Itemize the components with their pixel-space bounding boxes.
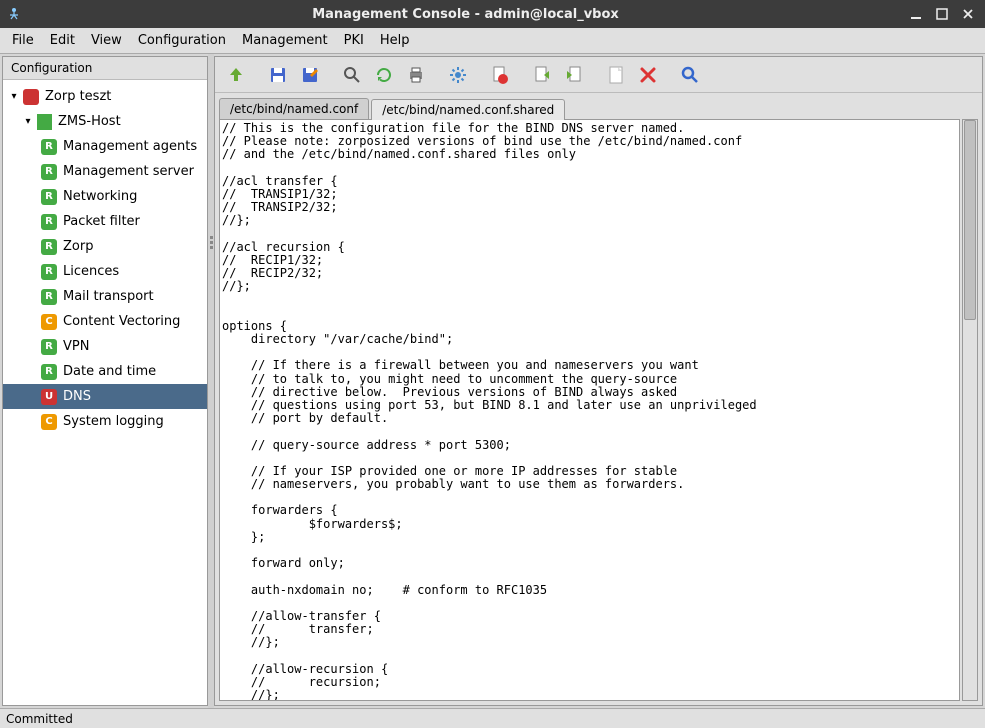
scrollbar-thumb[interactable] — [964, 120, 976, 320]
tree-item-packet-filter[interactable]: R Packet filter — [3, 209, 207, 234]
save-as-icon[interactable] — [295, 60, 325, 90]
item-badge-icon: R — [41, 289, 57, 305]
vertical-scrollbar[interactable] — [962, 119, 978, 701]
menu-view[interactable]: View — [83, 29, 130, 52]
item-badge-icon: R — [41, 214, 57, 230]
status-badge-red — [23, 89, 39, 105]
tree-item-label: VPN — [63, 339, 89, 354]
tree-item-licences[interactable]: R Licences — [3, 259, 207, 284]
doc-red-icon[interactable] — [485, 60, 515, 90]
tree-item-zorp[interactable]: R Zorp — [3, 234, 207, 259]
window-title: Management Console - admin@local_vbox — [30, 7, 901, 22]
menu-file[interactable]: File — [4, 29, 42, 52]
tree-root-label: Zorp teszt — [45, 89, 111, 104]
up-icon[interactable] — [221, 60, 251, 90]
tab-row: /etc/bind/named.conf/etc/bind/named.conf… — [215, 93, 982, 119]
tree-item-content-vectoring[interactable]: C Content Vectoring — [3, 309, 207, 334]
menu-edit[interactable]: Edit — [42, 29, 83, 52]
reload-icon[interactable] — [369, 60, 399, 90]
delete-icon[interactable] — [633, 60, 663, 90]
item-badge-icon: U — [41, 389, 57, 405]
tree-item-dns[interactable]: U DNS — [3, 384, 207, 409]
doc-out-icon[interactable] — [527, 60, 557, 90]
sidebar-header: Configuration — [3, 57, 207, 80]
item-badge-icon: R — [41, 189, 57, 205]
tree-item-label: Zorp — [63, 239, 93, 254]
zoom-icon[interactable] — [337, 60, 367, 90]
tree-item-label: Networking — [63, 189, 137, 204]
status-text: Committed — [6, 712, 73, 726]
tree-item-label: Content Vectoring — [63, 314, 180, 329]
tree-item-management-agents[interactable]: R Management agents — [3, 134, 207, 159]
tree-item-mail-transport[interactable]: R Mail transport — [3, 284, 207, 309]
tree-item-label: DNS — [63, 389, 91, 404]
tree-item-label: Licences — [63, 264, 119, 279]
tree-host-label: ZMS-Host — [58, 114, 121, 129]
menu-management[interactable]: Management — [234, 29, 336, 52]
item-badge-icon: R — [41, 264, 57, 280]
tab-0[interactable]: /etc/bind/named.conf — [219, 98, 369, 119]
sidebar: Configuration ▾ Zorp teszt ▾ ZMS-Host RM… — [2, 56, 208, 706]
tree-item-label: Management agents — [63, 139, 197, 154]
config-tree: ▾ Zorp teszt ▾ ZMS-Host R Management agen… — [3, 80, 207, 705]
tree-root[interactable]: ▾ Zorp teszt — [3, 84, 207, 109]
doc-in-icon[interactable] — [559, 60, 589, 90]
item-badge-icon: R — [41, 364, 57, 380]
item-badge-icon: C — [41, 314, 57, 330]
tree-item-management-server[interactable]: R Management server — [3, 159, 207, 184]
minimize-button[interactable] — [905, 3, 927, 25]
tree-item-date-and-time[interactable]: R Date and time — [3, 359, 207, 384]
print-icon[interactable] — [401, 60, 431, 90]
save-icon[interactable] — [263, 60, 293, 90]
close-button[interactable] — [957, 3, 979, 25]
tree-item-networking[interactable]: R Networking — [3, 184, 207, 209]
item-badge-icon: R — [41, 164, 57, 180]
gear-icon[interactable] — [443, 60, 473, 90]
tree-host[interactable]: ▾ ZMS-Host — [3, 109, 207, 134]
search-icon[interactable] — [675, 60, 705, 90]
menu-configuration[interactable]: Configuration — [130, 29, 234, 52]
menu-help[interactable]: Help — [372, 29, 418, 52]
chevron-down-icon[interactable]: ▾ — [21, 115, 35, 129]
editor-content[interactable]: // This is the configuration file for th… — [220, 120, 959, 701]
chevron-down-icon[interactable]: ▾ — [7, 90, 21, 104]
titlebar: Management Console - admin@local_vbox — [0, 0, 985, 28]
host-status-icon — [37, 114, 52, 130]
tree-item-label: Mail transport — [63, 289, 154, 304]
item-badge-icon: R — [41, 339, 57, 355]
tree-item-label: Management server — [63, 164, 194, 179]
tab-1[interactable]: /etc/bind/named.conf.shared — [371, 99, 565, 120]
menubar: File Edit View Configuration Management … — [0, 28, 985, 54]
editor[interactable]: // This is the configuration file for th… — [219, 119, 960, 701]
menu-pki[interactable]: PKI — [336, 29, 372, 52]
statusbar: Committed — [0, 708, 985, 728]
tree-item-system-logging[interactable]: C System logging — [3, 409, 207, 434]
maximize-button[interactable] — [931, 3, 953, 25]
content-pane: /etc/bind/named.conf/etc/bind/named.conf… — [214, 56, 983, 706]
new-doc-icon[interactable] — [601, 60, 631, 90]
tree-item-label: Packet filter — [63, 214, 140, 229]
item-badge-icon: C — [41, 414, 57, 430]
toolbar — [215, 57, 982, 93]
item-badge-icon: R — [41, 139, 57, 155]
tree-item-label: Date and time — [63, 364, 156, 379]
tree-item-vpn[interactable]: R VPN — [3, 334, 207, 359]
app-icon — [6, 6, 22, 22]
item-badge-icon: R — [41, 239, 57, 255]
tree-item-label: System logging — [63, 414, 164, 429]
